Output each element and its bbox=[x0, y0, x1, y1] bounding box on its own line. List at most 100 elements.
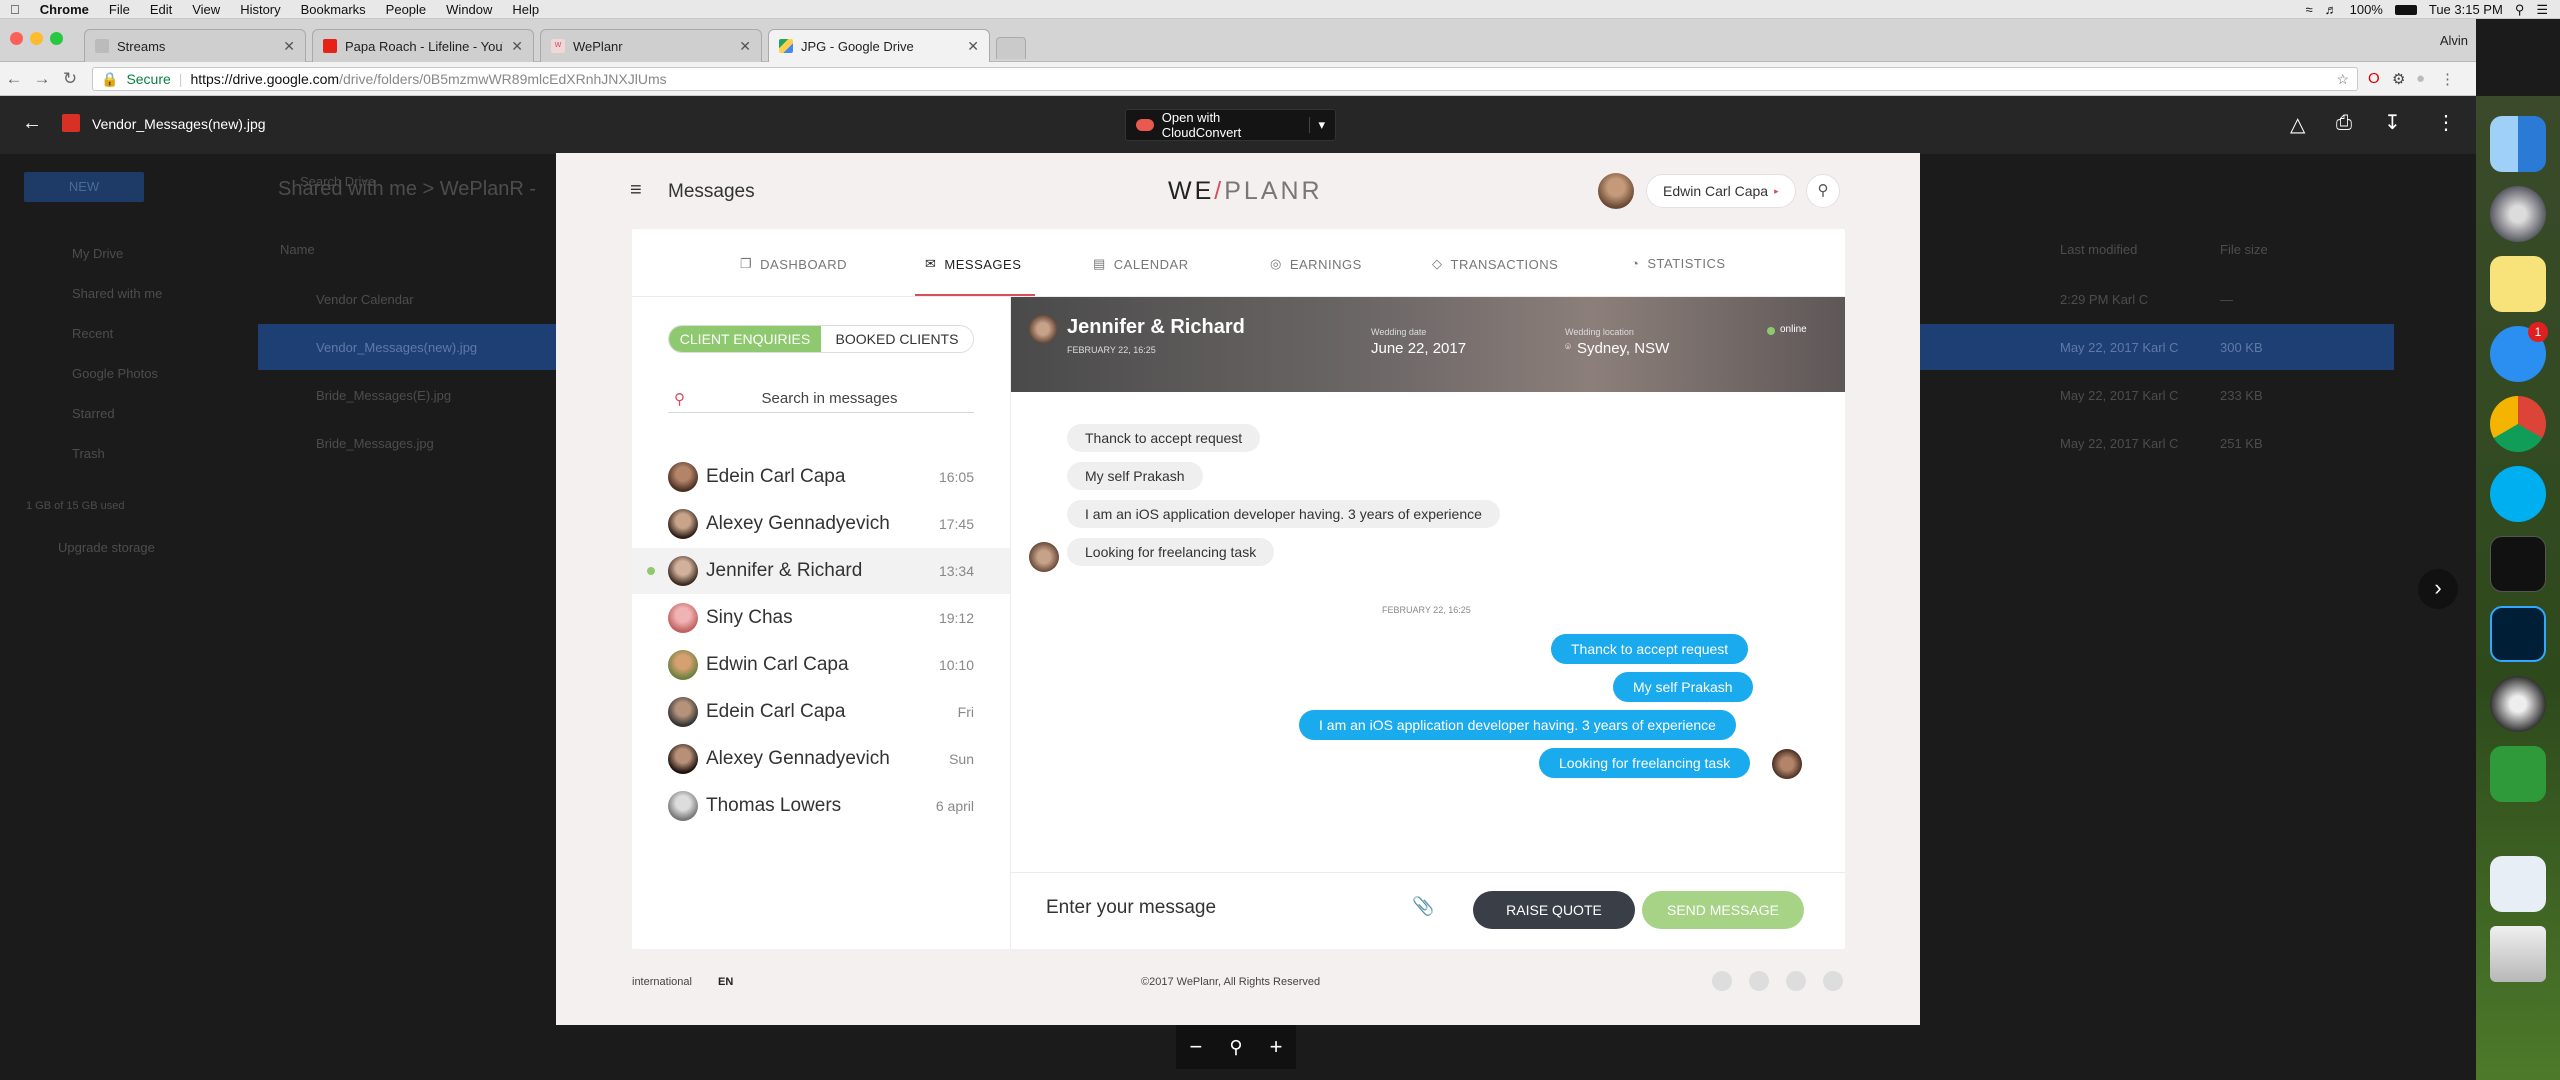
photoshop-icon[interactable] bbox=[2490, 606, 2546, 662]
minimize-window-button[interactable] bbox=[30, 32, 43, 45]
battery-icon[interactable] bbox=[2394, 4, 2417, 15]
zoom-reset-icon[interactable]: ⚲ bbox=[1229, 1037, 1242, 1058]
back-icon[interactable]: ← bbox=[0, 69, 28, 89]
bookmark-star-icon[interactable]: ☆ bbox=[2336, 71, 2349, 88]
tab-weplanr[interactable]: w WePlanr ✕ bbox=[540, 29, 762, 62]
logo-slash: / bbox=[1214, 177, 1225, 205]
menu-help[interactable]: Help bbox=[502, 2, 549, 17]
contact-item[interactable]: Edwin Carl Capa 10:10 bbox=[632, 642, 1010, 688]
hamburger-menu-icon[interactable]: ≡ bbox=[630, 179, 642, 202]
tab-dashboard[interactable]: ❐ DASHBOARD bbox=[740, 256, 847, 272]
chrome-icon[interactable] bbox=[2490, 396, 2546, 452]
tab-close-icon[interactable]: ✕ bbox=[283, 38, 295, 55]
send-message-button[interactable]: SEND MESSAGE bbox=[1642, 891, 1804, 929]
menu-edit[interactable]: Edit bbox=[140, 2, 182, 17]
sidebar-recent: Recent bbox=[72, 326, 114, 341]
tab-close-icon[interactable]: ✕ bbox=[511, 38, 523, 55]
contact-item-selected[interactable]: Jennifer & Richard 13:34 bbox=[632, 548, 1010, 594]
finder-icon[interactable] bbox=[2490, 116, 2546, 172]
downloads-stack-icon[interactable] bbox=[2490, 856, 2546, 912]
instruments-icon[interactable] bbox=[2490, 676, 2546, 732]
forward-icon[interactable]: → bbox=[28, 69, 56, 89]
lock-icon[interactable]: 🔒 bbox=[101, 71, 118, 88]
address-bar[interactable]: 🔒 Secure | https://drive.google.com/driv… bbox=[92, 67, 2358, 91]
messages-card: ❐ DASHBOARD ✉ MESSAGES ▤ CALENDAR ◎ EARNINGS… bbox=[632, 229, 1845, 949]
wifi-icon[interactable]: ≈ bbox=[2305, 2, 2312, 17]
message-input[interactable]: Enter your message bbox=[1046, 897, 1216, 919]
volume-icon[interactable]: ♬ bbox=[2325, 2, 2338, 17]
instagram-icon[interactable] bbox=[1786, 971, 1806, 991]
spotlight-icon[interactable]: ⚲ bbox=[2515, 2, 2525, 18]
tab-close-icon[interactable]: ✕ bbox=[967, 38, 979, 55]
tab-streams[interactable]: Streams ✕ bbox=[84, 29, 306, 62]
profile-name[interactable]: Alvin bbox=[2440, 33, 2468, 48]
skype-icon[interactable] bbox=[2490, 466, 2546, 522]
tab-calendar[interactable]: ▤ CALENDAR bbox=[1093, 256, 1189, 272]
contact-item[interactable]: Thomas Lowers 6 april bbox=[632, 783, 1010, 829]
menu-people[interactable]: People bbox=[376, 2, 436, 17]
menu-file[interactable]: File bbox=[99, 2, 140, 17]
contact-item[interactable]: Edein Carl Capa Fri bbox=[632, 689, 1010, 735]
more-actions-icon[interactable]: ⋮ bbox=[2436, 110, 2456, 135]
tab-google-drive[interactable]: JPG - Google Drive ✕ bbox=[768, 29, 990, 62]
tab-transactions[interactable]: ◇ TRANSACTIONS bbox=[1432, 256, 1558, 272]
settings-extension-icon[interactable]: ⚙ bbox=[2392, 70, 2405, 88]
search-button[interactable]: ⚲ bbox=[1806, 174, 1840, 208]
vim-icon[interactable] bbox=[2490, 746, 2546, 802]
contact-item[interactable]: Siny Chas 19:12 bbox=[632, 595, 1010, 641]
opera-extension-icon[interactable]: O bbox=[2368, 70, 2380, 87]
launchpad-icon[interactable] bbox=[2490, 186, 2546, 242]
menu-bookmarks[interactable]: Bookmarks bbox=[291, 2, 376, 17]
apple-icon[interactable]:  bbox=[0, 2, 30, 17]
add-to-drive-icon[interactable]: △ bbox=[2290, 112, 2305, 137]
notification-center-icon[interactable]: ☰ bbox=[2536, 2, 2548, 18]
contact-time: 13:34 bbox=[938, 563, 974, 579]
pinterest-icon[interactable] bbox=[1823, 971, 1843, 991]
attachment-icon[interactable]: 📎 bbox=[1412, 896, 1434, 917]
tab-close-icon[interactable]: ✕ bbox=[739, 38, 751, 55]
download-icon[interactable]: ↧ bbox=[2384, 110, 2401, 135]
reload-icon[interactable]: ↻ bbox=[56, 69, 84, 89]
zoom-window-button[interactable] bbox=[50, 32, 63, 45]
tab-statistics[interactable]: ◔ STATISTICS bbox=[1631, 256, 1726, 271]
contact-item[interactable]: Alexey Gennadyevich Sun bbox=[632, 736, 1010, 782]
search-messages-input[interactable]: Search in messages bbox=[685, 390, 974, 407]
tab-earnings[interactable]: ◎ EARNINGS bbox=[1270, 256, 1362, 272]
menu-history[interactable]: History bbox=[230, 2, 290, 17]
image-file-icon bbox=[62, 114, 80, 132]
close-viewer-back-icon[interactable]: ← bbox=[22, 112, 42, 135]
search-messages-field[interactable]: ⚲ Search in messages bbox=[668, 385, 974, 413]
header-title: Messages bbox=[668, 181, 755, 202]
client-enquiries-toggle[interactable]: CLIENT ENQUIRIES bbox=[669, 326, 821, 352]
close-window-button[interactable] bbox=[10, 32, 23, 45]
print-icon[interactable]: ⎙ bbox=[2336, 112, 2352, 135]
battery-percent[interactable]: 100% bbox=[2350, 2, 2383, 17]
extension-icon[interactable]: ● bbox=[2416, 70, 2425, 87]
trash-icon[interactable] bbox=[2490, 926, 2546, 982]
next-file-button[interactable]: › bbox=[2418, 569, 2458, 609]
contact-item[interactable]: Alexey Gennadyevich 17:45 bbox=[632, 501, 1010, 547]
user-avatar[interactable] bbox=[1598, 173, 1634, 209]
booked-clients-toggle[interactable]: BOOKED CLIENTS bbox=[821, 326, 973, 352]
zoom-out-icon[interactable]: − bbox=[1190, 1034, 1203, 1060]
footer-language[interactable]: international bbox=[632, 976, 692, 988]
clock[interactable]: Tue 3:15 PM bbox=[2429, 2, 2503, 17]
tab-messages[interactable]: ✉ MESSAGES bbox=[925, 256, 1021, 272]
user-menu-button[interactable]: Edwin Carl Capa ▸ bbox=[1646, 174, 1796, 208]
new-tab-button[interactable] bbox=[996, 37, 1026, 59]
tab-youtube[interactable]: Papa Roach - Lifeline - YouTube ✕ bbox=[312, 29, 534, 62]
zoom-in-icon[interactable]: + bbox=[1270, 1034, 1283, 1060]
contact-item[interactable]: Edein Carl Capa 16:05 bbox=[632, 454, 1010, 500]
dropdown-arrow-icon[interactable]: ▾ bbox=[1309, 117, 1325, 133]
menu-view[interactable]: View bbox=[182, 2, 230, 17]
twitter-icon[interactable] bbox=[1712, 971, 1732, 991]
menu-app[interactable]: Chrome bbox=[30, 2, 99, 17]
facebook-icon[interactable] bbox=[1749, 971, 1769, 991]
menu-window[interactable]: Window bbox=[436, 2, 502, 17]
chrome-menu-icon[interactable]: ⋮ bbox=[2440, 70, 2455, 88]
terminal-icon[interactable] bbox=[2490, 536, 2546, 592]
raise-quote-button[interactable]: RAISE QUOTE bbox=[1473, 891, 1635, 929]
footer-language-code[interactable]: EN bbox=[718, 976, 733, 988]
notes-icon[interactable] bbox=[2490, 256, 2546, 312]
open-with-button[interactable]: Open with CloudConvert ▾ bbox=[1125, 109, 1336, 141]
